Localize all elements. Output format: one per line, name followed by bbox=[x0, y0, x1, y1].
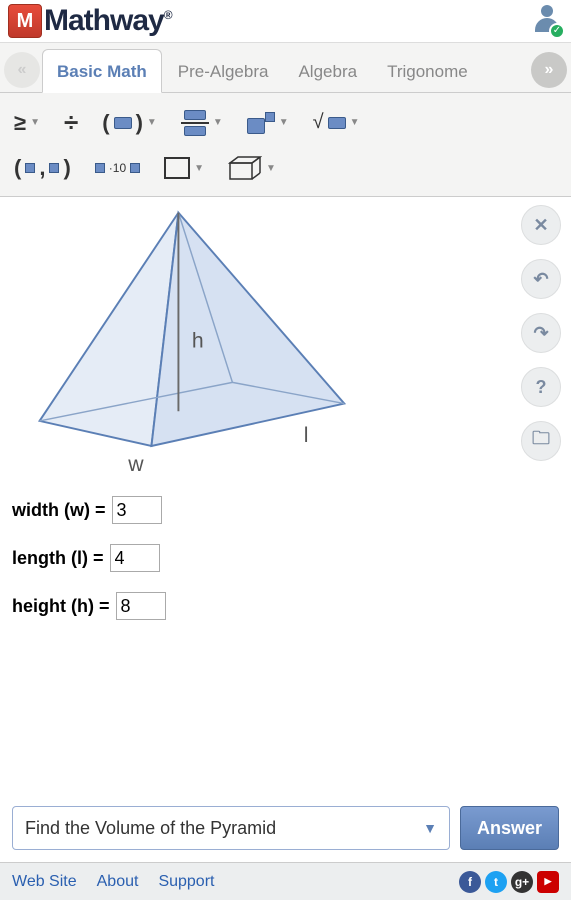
tab-basic-math[interactable]: Basic Math bbox=[42, 49, 162, 93]
width-input[interactable] bbox=[112, 496, 162, 524]
tab-trigonometry[interactable]: Trigonome bbox=[373, 50, 482, 92]
pyramid-figure: h l w bbox=[20, 203, 360, 473]
exponent-tool[interactable]: ▼ bbox=[239, 103, 297, 143]
ordered-pair-tool[interactable]: (,) bbox=[6, 148, 79, 188]
side-actions: ✕ ↶ ↷ ? 🗀 bbox=[521, 205, 561, 461]
scientific-notation-tool[interactable]: ·10 bbox=[87, 148, 148, 188]
shape-3d-tool[interactable]: ▼ bbox=[220, 148, 284, 188]
height-label: h bbox=[192, 330, 204, 353]
width-label: w bbox=[127, 453, 144, 473]
undo-icon: ↶ bbox=[533, 269, 548, 290]
help-button[interactable]: ? bbox=[521, 367, 561, 407]
youtube-icon[interactable]: ▶ bbox=[537, 871, 559, 893]
category-tabbar: « Basic Math Pre-Algebra Algebra Trigono… bbox=[0, 43, 571, 93]
tab-pre-algebra[interactable]: Pre-Algebra bbox=[164, 50, 283, 92]
logo-mark: M bbox=[8, 4, 42, 38]
operation-dropdown[interactable]: Find the Volume of the Pyramid ▼ bbox=[12, 806, 450, 850]
shape-2d-tool[interactable]: ▼ bbox=[156, 148, 212, 188]
parentheses-tool[interactable]: ()▼ bbox=[94, 103, 165, 143]
work-area: h l w ✕ ↶ ↷ ? 🗀 width (w) = length (l) =… bbox=[0, 197, 571, 757]
answer-button[interactable]: Answer bbox=[460, 806, 559, 850]
redo-button[interactable]: ↷ bbox=[521, 313, 561, 353]
footer-link-website[interactable]: Web Site bbox=[12, 873, 77, 891]
facebook-icon[interactable]: f bbox=[459, 871, 481, 893]
tabs-prev-button[interactable]: « bbox=[4, 52, 40, 88]
radical-tool[interactable]: √▼ bbox=[305, 103, 368, 143]
length-label: l bbox=[304, 424, 309, 447]
footer-link-support[interactable]: Support bbox=[158, 873, 214, 891]
chevron-down-icon: ▼ bbox=[423, 820, 437, 836]
height-label-text: height (h) = bbox=[12, 596, 110, 617]
footer-links: Web Site About Support bbox=[12, 873, 214, 891]
footer: Web Site About Support f t g+ ▶ bbox=[0, 862, 571, 900]
twitter-icon[interactable]: t bbox=[485, 871, 507, 893]
logo-text: Mathway® bbox=[44, 4, 172, 38]
length-input[interactable] bbox=[110, 544, 160, 572]
action-bar: Find the Volume of the Pyramid ▼ Answer bbox=[0, 806, 571, 860]
close-button[interactable]: ✕ bbox=[521, 205, 561, 245]
tab-algebra[interactable]: Algebra bbox=[284, 50, 371, 92]
close-icon: ✕ bbox=[533, 215, 548, 236]
footer-link-about[interactable]: About bbox=[97, 873, 139, 891]
folder-icon: 🗀 bbox=[532, 426, 550, 456]
redo-icon: ↷ bbox=[533, 323, 548, 344]
height-input[interactable] bbox=[116, 592, 166, 620]
inequality-tool[interactable]: ≥▼ bbox=[6, 103, 48, 143]
app-header: M Mathway® ✓ bbox=[0, 0, 571, 43]
googleplus-icon[interactable]: g+ bbox=[511, 871, 533, 893]
length-label-text: length (l) = bbox=[12, 548, 104, 569]
verified-badge-icon: ✓ bbox=[549, 23, 565, 39]
fraction-tool[interactable]: ▼ bbox=[173, 103, 231, 143]
folder-button[interactable]: 🗀 bbox=[521, 421, 561, 461]
help-icon: ? bbox=[536, 377, 547, 398]
divide-tool[interactable]: ÷ bbox=[56, 101, 86, 144]
cube-icon bbox=[228, 155, 262, 181]
user-avatar[interactable]: ✓ bbox=[531, 5, 563, 37]
dropdown-label: Find the Volume of the Pyramid bbox=[25, 818, 276, 839]
width-label-text: width (w) = bbox=[12, 500, 106, 521]
undo-button[interactable]: ↶ bbox=[521, 259, 561, 299]
social-icons: f t g+ ▶ bbox=[459, 871, 559, 893]
math-toolbar: ≥▼ ÷ ()▼ ▼ ▼ √▼ (,) ·10 ▼ bbox=[0, 93, 571, 197]
dimension-inputs: width (w) = length (l) = height (h) = bbox=[12, 496, 559, 620]
tabs-next-button[interactable]: » bbox=[531, 52, 567, 88]
logo: M Mathway® bbox=[8, 4, 172, 38]
